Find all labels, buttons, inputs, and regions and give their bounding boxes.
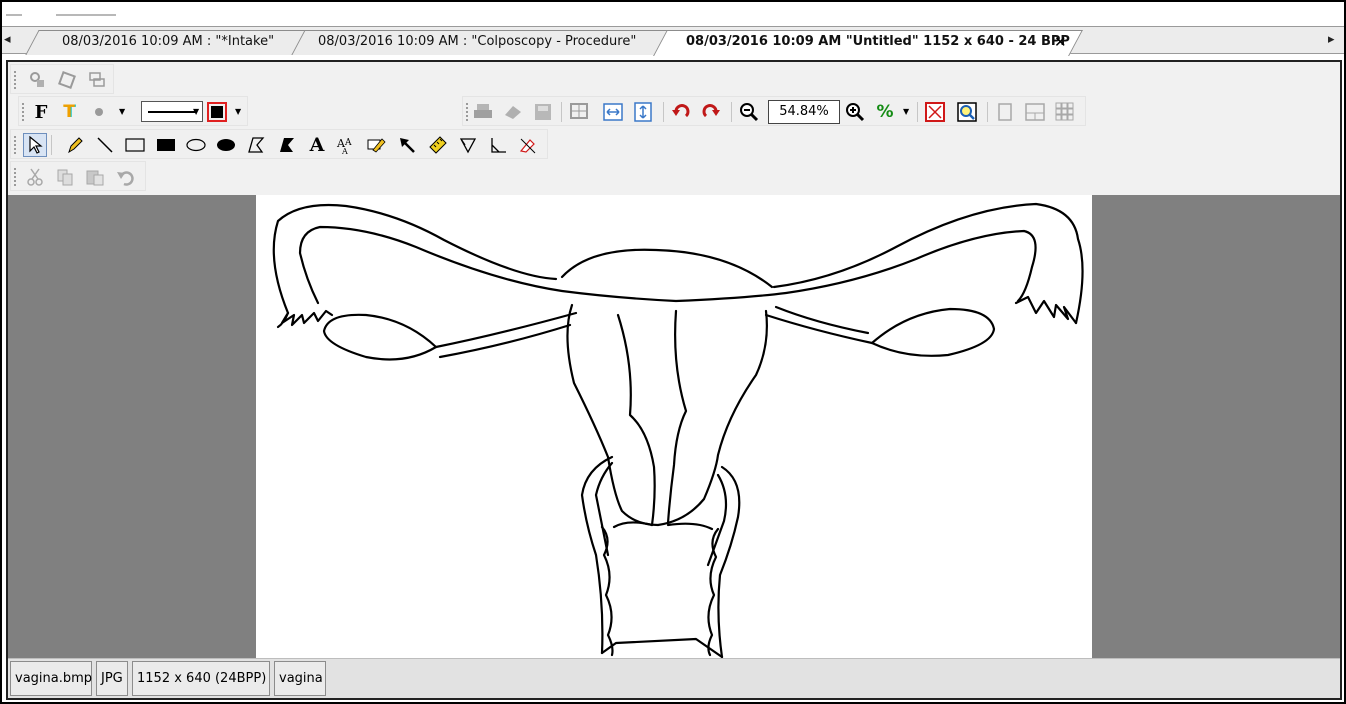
- single-page-icon[interactable]: [993, 100, 1017, 124]
- zoom-level-input[interactable]: 54.84%: [768, 100, 840, 124]
- grid-view-icon[interactable]: [1053, 100, 1077, 124]
- tab-close-icon[interactable]: ✕: [1054, 33, 1067, 51]
- document-tab-bar: ◂ 08/03/2016 10:09 AM : "*Intake" 08/03/…: [2, 26, 1344, 56]
- save-icon[interactable]: [531, 100, 555, 124]
- filled-ellipse-icon[interactable]: [214, 133, 238, 157]
- status-format: JPG: [96, 661, 128, 696]
- stamp-icon[interactable]: [55, 68, 79, 92]
- tab-intake-label[interactable]: 08/03/2016 10:09 AM : "*Intake": [62, 34, 274, 49]
- layers-icon[interactable]: [85, 68, 109, 92]
- anatomy-sketch: [272, 202, 1084, 658]
- print-icon[interactable]: [471, 100, 495, 124]
- polygon-icon[interactable]: [244, 133, 268, 157]
- text-color-icon[interactable]: T: [57, 100, 81, 124]
- toolbar-separator: [987, 102, 988, 122]
- rectangle-icon[interactable]: [123, 133, 147, 157]
- menu-mark: [6, 14, 22, 16]
- svg-text:A: A: [341, 147, 348, 155]
- status-bar: vagina.bmp JPG 1152 x 640 (24BPP) vagina: [8, 658, 1340, 698]
- fit-icon[interactable]: [567, 100, 591, 124]
- scanner-icon[interactable]: [25, 68, 49, 92]
- format-toolbar: F T ▼ ▼ ▼: [18, 96, 248, 126]
- status-filename: vagina.bmp: [10, 661, 92, 696]
- image-canvas[interactable]: [8, 195, 1340, 658]
- edit-toolbar: [10, 161, 146, 191]
- filled-polygon-icon[interactable]: [275, 133, 299, 157]
- zoom-window-icon[interactable]: [955, 100, 979, 124]
- menu-mark: [56, 14, 116, 16]
- view-toolbar: 54.84% % ▼: [462, 96, 1086, 126]
- font-icon[interactable]: F: [29, 100, 53, 124]
- brush-size-icon[interactable]: [87, 100, 111, 124]
- percent-icon[interactable]: %: [873, 100, 897, 124]
- paste-icon[interactable]: [83, 165, 107, 189]
- text-tool-icon[interactable]: A: [305, 133, 329, 157]
- status-dimensions: 1152 x 640 (24BPP): [132, 661, 270, 696]
- toolbar-grip[interactable]: [22, 103, 25, 121]
- rotate-left-icon[interactable]: [669, 100, 693, 124]
- arrow-icon[interactable]: [395, 133, 419, 157]
- eraser-icon[interactable]: [516, 133, 540, 157]
- tab-colposcopy-label[interactable]: 08/03/2016 10:09 AM : "Colposcopy - Proc…: [318, 34, 636, 49]
- pencil-icon[interactable]: [63, 133, 87, 157]
- scan-toolbar: [10, 64, 114, 94]
- two-page-icon[interactable]: [1023, 100, 1047, 124]
- color-dropdown-icon[interactable]: ▼: [235, 107, 241, 116]
- fit-height-icon[interactable]: [631, 100, 655, 124]
- color-picker-icon[interactable]: [205, 100, 229, 124]
- toolbar-grip[interactable]: [14, 136, 17, 154]
- rotate-right-icon[interactable]: [699, 100, 723, 124]
- drawing-image[interactable]: [256, 195, 1092, 658]
- copy-icon[interactable]: [53, 165, 77, 189]
- ruler-icon[interactable]: [426, 133, 450, 157]
- status-title: vagina: [274, 661, 326, 696]
- toolbar-separator: [561, 102, 562, 122]
- toolbar-grip[interactable]: [14, 71, 17, 89]
- right-angle-icon[interactable]: [486, 133, 510, 157]
- toolbar-separator: [51, 135, 52, 155]
- toolbar-grip[interactable]: [466, 103, 469, 121]
- line-style-dropdown-icon[interactable]: ▼: [193, 107, 199, 116]
- zoom-out-icon[interactable]: [737, 100, 761, 124]
- tab-scroll-right-icon[interactable]: ▸: [1328, 32, 1335, 47]
- ellipse-icon[interactable]: [184, 133, 208, 157]
- select-tool-icon[interactable]: [23, 133, 47, 157]
- angle-icon[interactable]: [456, 133, 480, 157]
- filled-rectangle-icon[interactable]: [154, 133, 178, 157]
- undo-icon[interactable]: [113, 165, 137, 189]
- cut-icon[interactable]: [23, 165, 47, 189]
- highlighter-icon[interactable]: [365, 133, 389, 157]
- fullscreen-icon[interactable]: [923, 100, 947, 124]
- zoom-in-icon[interactable]: [843, 100, 867, 124]
- top-strip: [2, 2, 1344, 24]
- toolbar-separator: [663, 102, 664, 122]
- line-icon[interactable]: [93, 133, 117, 157]
- scan-icon[interactable]: [501, 100, 525, 124]
- toolbar-separator: [731, 102, 732, 122]
- tab-scroll-left-icon[interactable]: ◂: [4, 32, 11, 47]
- toolbar-grip[interactable]: [14, 168, 17, 186]
- text-size-icon[interactable]: AAA: [335, 133, 359, 157]
- drawing-toolbar: A AAA: [10, 129, 548, 159]
- tab-untitled-label[interactable]: 08/03/2016 10:09 AM "Untitled" 1152 x 64…: [686, 34, 1070, 49]
- brush-size-dropdown-icon[interactable]: ▼: [119, 107, 125, 116]
- fit-width-icon[interactable]: [601, 100, 625, 124]
- toolbar-separator: [917, 102, 918, 122]
- zoom-dropdown-icon[interactable]: ▼: [903, 107, 909, 116]
